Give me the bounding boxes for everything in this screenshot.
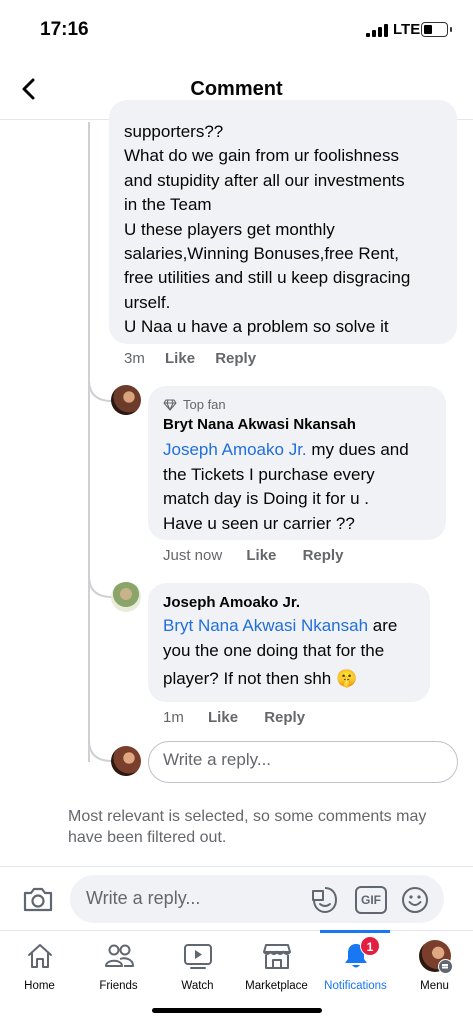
friends-icon	[104, 944, 134, 967]
status-time: 17:16	[40, 19, 89, 40]
comment-line: U Naa u have a problem so solve it	[124, 317, 389, 337]
composer-field[interactable]: GIF	[70, 875, 444, 923]
composer-input[interactable]	[86, 888, 296, 909]
filter-notice: Most relevant is selected, so some comme…	[68, 808, 427, 846]
reply-text-line: the Tickets I purchase every	[163, 464, 375, 484]
network-label: LTE	[393, 21, 421, 38]
reply-button[interactable]: Reply	[264, 709, 305, 726]
tab-menu[interactable]: Menu	[395, 931, 473, 1001]
tab-marketplace[interactable]: Marketplace	[237, 931, 316, 1001]
comment-line: urself.	[124, 292, 171, 312]
tab-label: Marketplace	[245, 980, 308, 992]
tab-notifications[interactable]: 1 Notifications	[316, 931, 395, 1001]
like-button[interactable]: Like	[165, 350, 195, 367]
commenter-name[interactable]: Joseph Amoako Jr.	[163, 594, 300, 611]
home-icon	[27, 944, 52, 968]
avatar-sticker-icon[interactable]	[310, 885, 340, 915]
emoji-icon[interactable]	[400, 885, 430, 915]
comment-time: Just now	[163, 547, 223, 564]
top-fan-label: Top fan	[183, 397, 226, 412]
reply-actions: Just now Like Reply	[163, 547, 359, 564]
home-indicator	[152, 1008, 322, 1013]
commenter-name[interactable]: Bryt Nana Akwasi Nkansah	[163, 416, 356, 433]
reply-text-line: you the one doing that for the	[163, 640, 385, 660]
reply-button[interactable]: Reply	[215, 350, 256, 367]
tab-label: Notifications	[324, 980, 387, 992]
comment-time: 1m	[163, 709, 184, 726]
marketplace-icon	[262, 944, 291, 969]
reply-bubble: Top fan Bryt Nana Akwasi Nkansah Joseph …	[148, 386, 446, 540]
mention-link[interactable]: Bryt Nana Akwasi Nkansah	[163, 616, 368, 635]
tab-label: Friends	[99, 980, 138, 992]
like-button[interactable]: Like	[246, 547, 276, 564]
comment-line: What do we gain from ur foolishness	[124, 146, 399, 166]
reply-text-line: my dues and	[306, 440, 409, 459]
like-button[interactable]: Like	[208, 709, 238, 726]
menu-icon	[438, 959, 453, 974]
signal-icon	[366, 24, 388, 37]
gif-button[interactable]: GIF	[355, 886, 387, 914]
avatar	[111, 746, 141, 776]
reply-text-line: are	[368, 616, 398, 635]
tab-label: Menu	[420, 980, 449, 992]
tab-label: Watch	[181, 980, 214, 992]
comment-line: U these players get monthly	[124, 219, 335, 239]
status-bar: 17:16 LTE	[0, 0, 473, 58]
reply-text: Bryt Nana Akwasi Nkansah are you the one…	[163, 614, 397, 692]
reply-text: Joseph Amoako Jr. my dues and the Ticket…	[163, 438, 409, 536]
tab-friends[interactable]: Friends	[79, 931, 158, 1001]
comment-time: 3m	[124, 350, 145, 367]
thread-line	[88, 122, 90, 762]
reply-actions: 1m Like Reply	[163, 709, 321, 726]
mention-link[interactable]: Joseph Amoako Jr.	[163, 440, 307, 459]
inline-reply-box[interactable]	[148, 741, 458, 783]
page-title: Comment	[190, 78, 283, 100]
reply-text-line: Have u seen ur carrier ??	[163, 513, 355, 533]
gif-label: GIF	[361, 893, 381, 907]
tab-label: Home	[24, 980, 55, 992]
comment-composer: GIF	[0, 866, 473, 930]
comment-line: supporters??	[124, 122, 224, 141]
comment-line: salaries,Winning Bonuses,free Rent,	[124, 244, 399, 264]
avatar[interactable]	[111, 385, 141, 415]
comment-line: and stupidity after all our investments	[124, 170, 405, 190]
reply-bubble: Joseph Amoako Jr. Bryt Nana Akwasi Nkans…	[148, 583, 430, 702]
notification-badge: 1	[360, 936, 380, 956]
reply-text-line: match day is Doing it for u .	[163, 489, 369, 508]
tab-watch[interactable]: Watch	[158, 931, 237, 1001]
reply-text-line: player? If not then shh 🤫	[163, 669, 358, 688]
comment-line: in the Team	[124, 195, 212, 215]
avatar[interactable]	[111, 582, 141, 612]
watch-icon	[183, 944, 212, 969]
top-fan-badge: Top fan	[163, 397, 226, 412]
camera-icon	[23, 887, 53, 912]
battery-icon	[421, 22, 452, 37]
tab-home[interactable]: Home	[0, 931, 79, 1001]
reply-button[interactable]: Reply	[303, 547, 344, 564]
inline-reply-input[interactable]	[163, 750, 443, 770]
main-comment-actions: 3m Like Reply	[124, 350, 272, 367]
camera-button[interactable]	[22, 884, 54, 914]
diamond-icon	[163, 398, 177, 411]
main-comment-bubble: supporters?? What do we gain from ur foo…	[109, 100, 457, 344]
comment-line: free utilities and still u keep disgraci…	[124, 268, 411, 288]
main-comment-text: supporters?? What do we gain from ur foo…	[124, 120, 454, 340]
